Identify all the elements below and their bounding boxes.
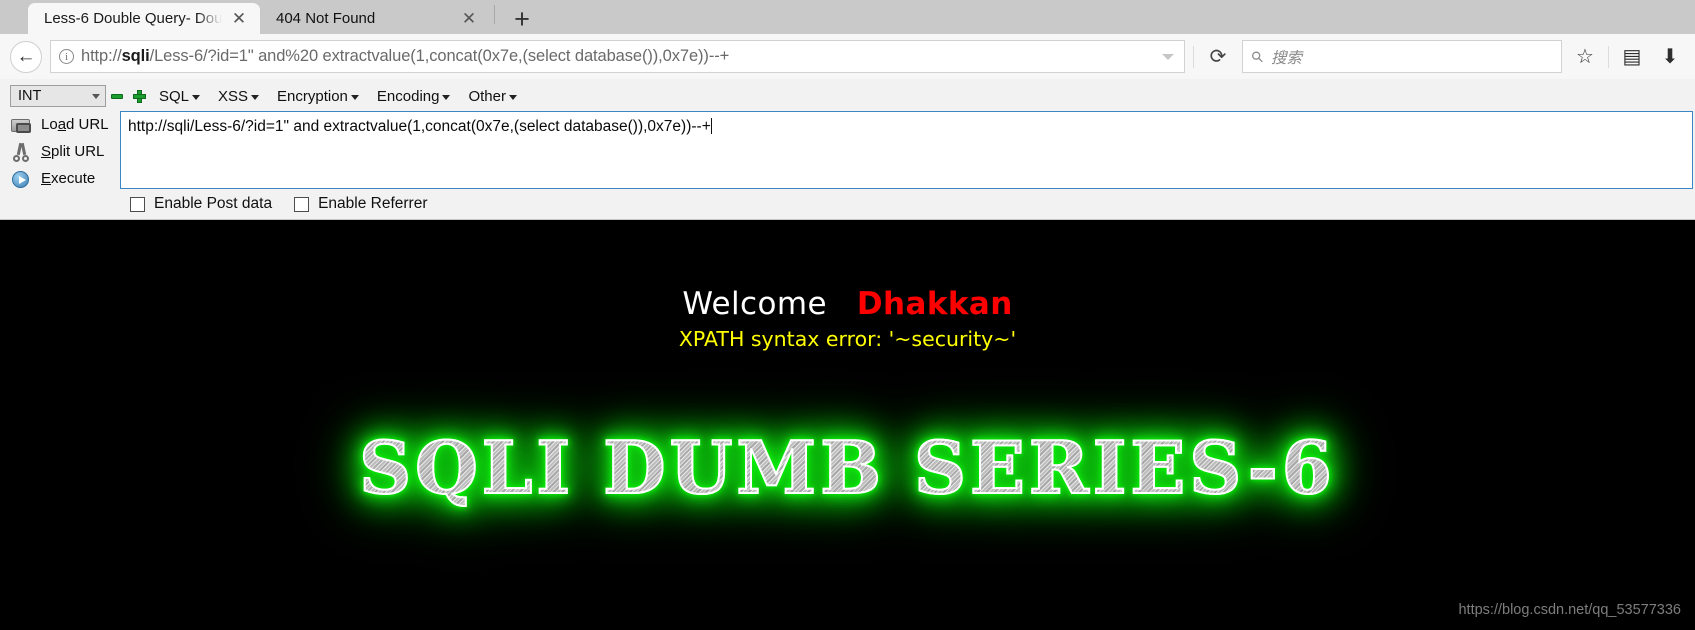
- sqli-dumb-series-logo: SQLI DUMB SERIES-6: [358, 424, 1336, 511]
- menu-encryption[interactable]: Encryption: [268, 88, 368, 105]
- chevron-down-icon[interactable]: [1162, 53, 1174, 60]
- welcome-name: Dhakkan: [856, 286, 1013, 322]
- hackbar-actions: Load URL Split URL Execute: [0, 111, 120, 192]
- url-path: /Less-6/?id=1" and%20 extractvalue(1,con…: [149, 47, 730, 65]
- search-bar[interactable]: ⚲ 搜索: [1242, 40, 1562, 73]
- menu-xss[interactable]: XSS: [209, 88, 268, 105]
- address-bar-url: http://sqli/Less-6/?id=1" and%20 extract…: [81, 47, 1155, 66]
- execute-button[interactable]: Execute: [4, 165, 120, 192]
- text-cursor: [710, 118, 712, 134]
- back-button[interactable]: ←: [10, 40, 42, 73]
- browser-tab-0[interactable]: Less-6 Double Query- Double ✕: [28, 3, 260, 34]
- split-url-label: Split URL: [41, 143, 105, 160]
- menu-sql[interactable]: SQL: [150, 88, 209, 105]
- new-tab-button[interactable]: +: [505, 4, 539, 34]
- navbar-divider-1: [1193, 45, 1194, 68]
- tab-close-icon-0[interactable]: ✕: [228, 8, 250, 30]
- tab-title-1: 404 Not Found: [276, 10, 376, 27]
- bookmark-star-icon[interactable]: ☆: [1570, 42, 1600, 72]
- url-textarea[interactable]: http://sqli/Less-6/?id=1" and extractval…: [120, 111, 1693, 189]
- search-placeholder: 搜索: [1271, 49, 1303, 67]
- hackbar-input-area: http://sqli/Less-6/?id=1" and extractval…: [120, 111, 1695, 219]
- menu-other-label: Other: [468, 87, 506, 105]
- menu-sql-label: SQL: [159, 87, 190, 105]
- caret-down-icon: [251, 94, 260, 100]
- url-textarea-value: http://sqli/Less-6/?id=1" and extractval…: [128, 118, 711, 135]
- minus-icon: [111, 93, 123, 99]
- url-prefix: http://: [81, 47, 122, 65]
- enable-referrer-label: Enable Referrer: [318, 195, 428, 212]
- page-content: Welcome Dhakkan XPATH syntax error: '~sec…: [0, 220, 1695, 626]
- remove-row-button[interactable]: [106, 85, 128, 107]
- downloads-icon[interactable]: ⬇: [1655, 42, 1685, 72]
- caret-down-icon: [442, 94, 451, 100]
- tab-close-icon-1[interactable]: ✕: [458, 8, 480, 30]
- enable-post-data-checkbox[interactable]: Enable Post data: [130, 195, 272, 213]
- reload-button[interactable]: ⟳: [1202, 41, 1234, 73]
- load-url-button[interactable]: Load URL: [4, 111, 120, 138]
- checkbox-box[interactable]: [130, 196, 145, 212]
- type-select-value: INT: [18, 88, 42, 104]
- tab-separator: [494, 5, 495, 24]
- welcome-heading: Welcome Dhakkan: [0, 220, 1695, 322]
- load-url-label: Load URL: [41, 116, 109, 133]
- hackbar-panel: INT SQL XSS Encryption Encoding Other Lo…: [0, 79, 1695, 220]
- chevron-down-icon: [92, 93, 100, 99]
- enable-referrer-checkbox[interactable]: Enable Referrer: [294, 195, 427, 213]
- caret-down-icon: [508, 94, 517, 100]
- address-bar[interactable]: i http://sqli/Less-6/?id=1" and%20 extra…: [50, 40, 1185, 73]
- caret-down-icon: [350, 94, 359, 100]
- menu-other[interactable]: Other: [459, 88, 526, 105]
- menu-encoding-label: Encoding: [376, 87, 440, 105]
- hackbar-menu-row: INT SQL XSS Encryption Encoding Other: [0, 84, 1695, 108]
- disk-icon: [10, 114, 32, 136]
- site-info-icon[interactable]: i: [59, 49, 74, 64]
- type-select[interactable]: INT: [10, 85, 106, 107]
- welcome-text: Welcome: [682, 286, 827, 322]
- library-icon[interactable]: ▤: [1617, 42, 1647, 72]
- scissors-icon: [10, 141, 32, 163]
- hackbar-options: Enable Post data Enable Referrer: [120, 189, 1693, 219]
- plus-icon: [132, 89, 146, 103]
- menu-xss-label: XSS: [218, 87, 249, 105]
- play-icon: [10, 168, 32, 190]
- caret-down-icon: [192, 94, 201, 100]
- xpath-error-message: XPATH syntax error: '~security~': [678, 327, 1017, 351]
- menu-encoding[interactable]: Encoding: [368, 88, 460, 105]
- browser-tab-strip: Less-6 Double Query- Double ✕ 404 Not Fo…: [0, 0, 1695, 34]
- browser-tab-1[interactable]: 404 Not Found ✕: [260, 3, 490, 34]
- watermark-url: https://blog.csdn.net/qq_53577336: [1458, 602, 1681, 618]
- add-row-button[interactable]: [128, 85, 150, 107]
- menu-encryption-label: Encryption: [277, 87, 348, 105]
- execute-label: Execute: [41, 170, 96, 187]
- hackbar-body: Load URL Split URL Execute http://sqli/L…: [0, 108, 1695, 219]
- logo-container: SQLI DUMB SERIES-6: [0, 424, 1695, 511]
- split-url-button[interactable]: Split URL: [4, 138, 120, 165]
- back-arrow-icon: ←: [16, 46, 36, 67]
- navbar-divider-2: [1608, 45, 1609, 68]
- browser-navigation-bar: ← i http://sqli/Less-6/?id=1" and%20 ext…: [0, 34, 1695, 79]
- search-icon: ⚲: [1247, 46, 1268, 67]
- tab-title-0: Less-6 Double Query- Double: [44, 10, 222, 27]
- checkbox-box[interactable]: [294, 196, 310, 212]
- enable-post-data-label: Enable Post data: [154, 195, 273, 212]
- url-host: sqli: [121, 47, 150, 65]
